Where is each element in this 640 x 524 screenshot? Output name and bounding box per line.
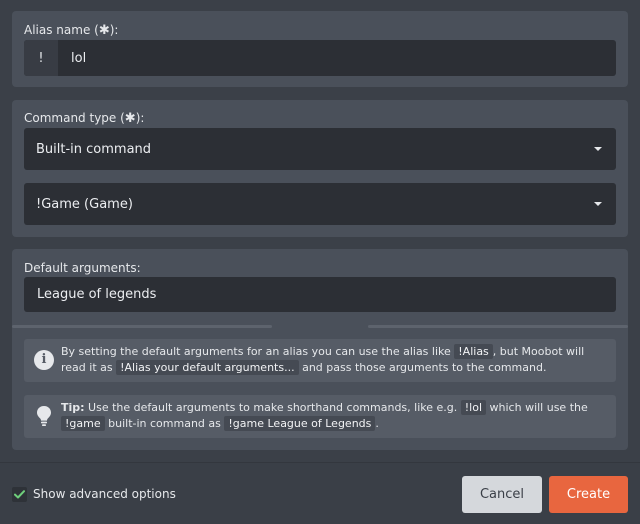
default-arguments-panel: Default arguments: League of legends i B… xyxy=(12,249,628,450)
command-type-value: Built-in command xyxy=(36,141,152,157)
cancel-button[interactable]: Cancel xyxy=(462,476,542,513)
alias-example-code: !Alias xyxy=(454,344,493,359)
alias-args-example-code: !Alias your default arguments... xyxy=(116,360,299,375)
alias-name-label: Alias name (✱): xyxy=(24,23,119,38)
info-note: i By setting the default arguments for a… xyxy=(24,339,616,382)
default-arguments-label: Default arguments: xyxy=(24,261,141,275)
create-button[interactable]: Create xyxy=(549,476,628,513)
lol-example-code: !lol xyxy=(460,400,487,415)
info-icon: i xyxy=(34,350,54,370)
required-star-icon: ✱ xyxy=(124,111,136,126)
command-type-select[interactable]: Built-in command xyxy=(24,128,616,170)
caret-down-icon xyxy=(594,147,602,151)
dialog-footer: Show advanced options Cancel Create xyxy=(0,462,640,524)
alias-name-panel: Alias name (✱): ! lol xyxy=(12,11,628,87)
alias-prefix: ! xyxy=(24,40,58,76)
show-advanced-label[interactable]: Show advanced options xyxy=(33,487,176,502)
caret-down-icon xyxy=(594,202,602,206)
command-type-panel: Command type (✱): Built-in command !Game… xyxy=(12,100,628,237)
game-league-code: !game League of Legends xyxy=(224,416,376,431)
required-star-icon: ✱ xyxy=(98,23,110,38)
show-advanced-checkbox[interactable] xyxy=(12,487,27,502)
default-arguments-input[interactable]: League of legends xyxy=(24,277,616,312)
command-select[interactable]: !Game (Game) xyxy=(24,183,616,225)
info-note-text: By setting the default arguments for an … xyxy=(61,344,585,375)
alias-name-value: lol xyxy=(71,50,87,66)
scroll-indicator-right xyxy=(368,325,628,328)
alias-name-input[interactable]: ! lol xyxy=(24,40,616,76)
lightbulb-icon xyxy=(37,406,51,426)
default-arguments-value: League of legends xyxy=(37,287,157,302)
checkmark-icon xyxy=(14,490,25,499)
scroll-indicator-left xyxy=(12,325,272,328)
command-type-label: Command type (✱): xyxy=(24,111,145,126)
game-command-code: !game xyxy=(61,416,105,431)
tip-note: Tip: Use the default arguments to make s… xyxy=(24,395,616,438)
tip-note-text: Tip: Use the default arguments to make s… xyxy=(61,400,588,431)
command-value: !Game (Game) xyxy=(36,196,133,212)
